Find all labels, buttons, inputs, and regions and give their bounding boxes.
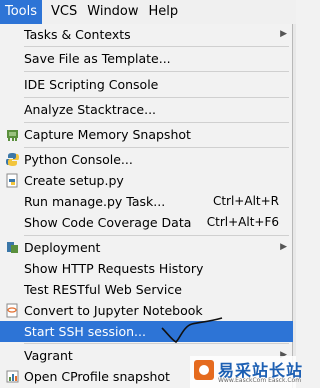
menu-item-show-http-requests-history[interactable]: Show HTTP Requests History [0,258,293,279]
menu-item-label: Open CProfile snapshot [24,369,170,384]
menu-separator [24,97,289,98]
menu-item-start-ssh-session[interactable]: Start SSH session... [0,321,293,342]
menu-item-convert-to-jupyter-notebook[interactable]: Convert to Jupyter Notebook [0,300,293,321]
menu-item-label: Tasks & Contexts [24,27,131,42]
menu-item-label: Python Console... [24,152,133,167]
menu-bar: Tools VCS Window Help [0,0,296,24]
submenu-arrow-icon: ▶ [280,29,287,39]
menu-item-shortcut: Ctrl+Alt+R [212,194,279,208]
menu-item-save-file-as-template[interactable]: Save File as Template... [0,48,293,69]
handwritten-annotation [161,317,223,343]
menu-separator [24,46,289,47]
menu-item-label: Vagrant [24,348,73,363]
menu-item-tasks-contexts[interactable]: Tasks & Contexts ▶ [0,24,293,45]
menu-item-label: Deployment [24,240,101,255]
python-file-icon [5,173,20,188]
menu-item-label: Show HTTP Requests History [24,261,204,276]
watermark-subtitle: Www.EasckCom Easck.Com [218,377,302,384]
menu-separator [24,343,289,344]
menu-item-analyze-stacktrace[interactable]: Analyze Stacktrace... [0,99,293,120]
menu-item-ide-scripting-console[interactable]: IDE Scripting Console [0,74,293,95]
watermark: 易采站长站 Www.EasckCom Easck.Com [190,356,302,388]
menu-item-show-code-coverage-data[interactable]: Show Code Coverage Data Ctrl+Alt+F6 [0,212,293,233]
menu-item-shortcut: Ctrl+Alt+F6 [206,215,279,229]
menu-item-label: Test RESTful Web Service [24,282,182,297]
watermark-logo-icon [194,360,214,380]
menu-tools[interactable]: Tools [0,0,43,24]
deployment-icon [5,240,20,255]
menu-item-python-console[interactable]: Python Console... [0,149,293,170]
menu-item-create-setup-py[interactable]: Create setup.py [0,170,293,191]
menu-item-label: Capture Memory Snapshot [24,127,191,142]
menu-item-run-manage-py-task[interactable]: Run manage.py Task... Ctrl+Alt+R [0,191,293,212]
menu-separator [24,235,289,236]
menu-item-label: Analyze Stacktrace... [24,102,157,117]
editor-background [293,24,296,388]
tools-dropdown: Tasks & Contexts ▶ Save File as Template… [0,24,293,388]
menu-item-label: Save File as Template... [24,51,171,66]
menu-item-label: Show Code Coverage Data [24,215,192,230]
menu-item-deployment[interactable]: Deployment ▶ [0,237,293,258]
menu-window[interactable]: Window [82,0,143,24]
cprofile-icon [5,369,20,384]
menu-help-label: Help [148,4,179,19]
menu-window-label: Window [87,4,139,19]
menu-item-capture-memory-snapshot[interactable]: Capture Memory Snapshot [0,124,293,145]
menu-item-label: Start SSH session... [24,324,146,339]
menu-help[interactable]: Help [144,0,184,24]
jupyter-icon [5,303,20,318]
menu-separator [24,147,289,148]
menu-separator [24,122,289,123]
memory-snapshot-icon [5,127,20,142]
python-icon [5,152,20,167]
menu-item-label: IDE Scripting Console [24,77,159,92]
menu-separator [24,71,289,72]
menu-item-label: Create setup.py [24,173,124,188]
menu-vcs-label: VCS [51,4,78,19]
menu-item-label: Run manage.py Task... [24,194,166,209]
menu-tools-label: Tools [5,4,38,19]
menu-vcs[interactable]: VCS [46,0,82,24]
menu-item-test-restful-web-service[interactable]: Test RESTful Web Service [0,279,293,300]
submenu-arrow-icon: ▶ [280,242,287,252]
